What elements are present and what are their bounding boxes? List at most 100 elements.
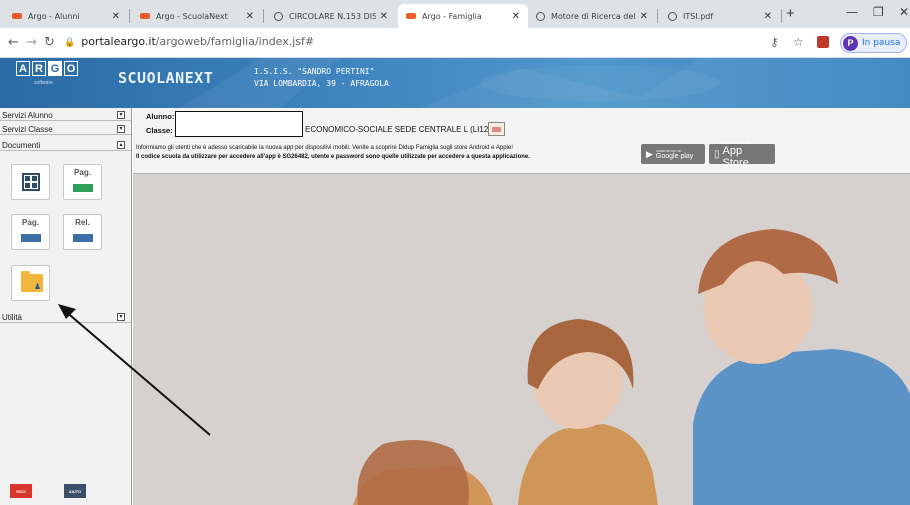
collapse-icon[interactable]: ▴ [117, 141, 125, 149]
classe-label: Classe: [146, 126, 173, 135]
app-notice: Informiamo gli utenti che è adesso scari… [136, 145, 513, 151]
close-window-icon[interactable]: ✕ [899, 5, 909, 19]
key-icon[interactable]: ⚷ [770, 35, 779, 49]
sidebar-section-documenti[interactable]: Documenti ▴ [0, 140, 131, 151]
reload-icon[interactable]: ↻ [44, 35, 55, 50]
tab-title: CIRCOLARE N.153 DISPO [289, 11, 376, 21]
restore-icon[interactable]: ❐ [873, 5, 884, 19]
tab-argo-alunni[interactable]: Argo - Alunni ✕ [4, 4, 128, 28]
tab-title: ITSI.pdf [683, 11, 714, 21]
logo-letter: A [16, 61, 30, 76]
school-name: I.S.I.S. "SANDRO PERTINI" [254, 67, 375, 76]
close-icon[interactable]: ✕ [512, 11, 520, 22]
pagella-icon [21, 234, 41, 242]
sidebar-section-utilita[interactable]: Utilità ▾ [0, 312, 131, 323]
alunno-label: Alunno: [146, 112, 175, 121]
screen: Argo - Alunni ✕ Argo - ScuolaNext ✕ CIRC… [0, 0, 910, 505]
pagella-icon [73, 184, 93, 192]
url-path: /argoweb/famiglia/index.jsf# [155, 35, 315, 48]
document-icon-relazione[interactable]: Rel. [63, 214, 102, 250]
new-tab-icon[interactable]: + [786, 5, 795, 22]
sidebar: Servizi Alunno ▾ Servizi Classe ▾ Docume… [0, 108, 132, 505]
classe-value: ECONOMICO-SOCIALE SEDE CENTRALE L (LI12) [305, 125, 491, 134]
document-icon-pagella-1[interactable]: Pag. [63, 164, 102, 200]
exit-button[interactable]: ESCI [10, 484, 32, 498]
close-icon[interactable]: ✕ [764, 11, 772, 22]
logo-subtitle: software [34, 80, 53, 86]
expand-icon[interactable]: ▾ [117, 111, 125, 119]
globe-icon [274, 11, 283, 21]
redacted-student-name [175, 111, 303, 137]
avatar: P [843, 35, 858, 51]
document-icon-pagella-2[interactable]: Pag. [11, 214, 50, 250]
star-icon[interactable]: ☆ [793, 35, 804, 49]
expand-icon[interactable]: ▾ [117, 125, 125, 133]
doc-label: Pag. [74, 168, 91, 177]
argo-logo[interactable]: A R G O [16, 61, 78, 76]
section-label: Utilità [2, 312, 23, 322]
app-header: A R G O software SCUOLANEXT I.S.I.S. "SA… [0, 58, 910, 108]
sidebar-section-servizi-alunno[interactable]: Servizi Alunno ▾ [0, 110, 131, 121]
extension-icon[interactable] [817, 36, 829, 48]
browser-tabstrip: Argo - Alunni ✕ Argo - ScuolaNext ✕ CIRC… [0, 0, 910, 28]
tab-argo-famiglia[interactable]: Argo - Famiglia ✕ [398, 4, 528, 28]
school-address: VIA LOMBARDIA, 39 - AFRAGOLA [254, 79, 389, 88]
main-panel: Alunno: Classe: ECONOMICO-SOCIALE SEDE C… [133, 108, 910, 505]
logo-letter: O [64, 61, 78, 76]
grid-icon [22, 173, 40, 191]
app-store-button[interactable]: ▯ Available on the App Store [709, 140, 775, 169]
profile-status: In pausa [862, 38, 901, 48]
close-icon[interactable]: ✕ [112, 11, 120, 22]
document-icon-grid[interactable] [11, 164, 50, 200]
close-icon[interactable]: ✕ [640, 11, 648, 22]
section-label: Documenti [2, 140, 41, 150]
document-icon-folder[interactable]: ♟ [11, 265, 50, 301]
tab-divider [781, 9, 782, 23]
profile-button[interactable]: P In pausa [840, 33, 908, 53]
calendar-icon[interactable] [488, 122, 505, 136]
product-name: SCUOLANEXT [118, 69, 214, 87]
lock-icon: 🔒 [64, 38, 76, 48]
section-label: Servizi Classe [2, 124, 53, 134]
globe-icon [536, 11, 545, 21]
logo-letter: R [32, 61, 46, 76]
google-play-button[interactable]: ▶ ANDROID APP ON Google play [641, 144, 705, 164]
back-icon[interactable]: ← [8, 35, 19, 50]
tab-divider [657, 9, 658, 23]
tab-title: Argo - Alunni [28, 11, 80, 21]
section-label: Servizi Alunno [2, 110, 53, 120]
globe-icon [668, 11, 677, 21]
argo-favicon [406, 13, 416, 19]
family-illustration [353, 229, 910, 505]
minimize-icon[interactable]: — [846, 5, 858, 19]
doc-label: Pag. [22, 218, 39, 227]
logo-letter: G [48, 61, 62, 76]
argo-favicon [140, 13, 150, 19]
help-button[interactable]: AIUTO [64, 484, 86, 498]
school-info: I.S.I.S. "SANDRO PERTINI" VIA LOMBARDIA,… [254, 66, 389, 90]
tab-argo-scuolanext[interactable]: Argo - ScuolaNext ✕ [132, 4, 262, 28]
sidebar-section-servizi-classe[interactable]: Servizi Classe ▾ [0, 124, 131, 135]
tab-divider [129, 9, 130, 23]
url-host: portaleargo.it [81, 35, 156, 48]
tab-itsi-pdf[interactable]: ITSI.pdf ✕ [660, 4, 780, 28]
tab-title: Motore di Ricerca delle M [551, 11, 636, 21]
google-play-label: Google play [655, 152, 694, 160]
app-store-label: App Store [722, 144, 749, 169]
help-label: AIUTO [68, 488, 82, 494]
tab-motore-ricerca[interactable]: Motore di Ricerca delle M ✕ [528, 4, 656, 28]
address-bar[interactable]: 🔒 portaleargo.it/argoweb/famiglia/index.j… [64, 35, 314, 48]
tab-title: Argo - ScuolaNext [156, 11, 228, 21]
browser-toolbar: ← → ↻ 🔒 portaleargo.it/argoweb/famiglia/i… [0, 28, 910, 58]
tab-divider [263, 9, 264, 23]
tab-circolare[interactable]: CIRCOLARE N.153 DISPO ✕ [266, 4, 396, 28]
forward-icon[interactable]: → [26, 35, 37, 50]
school-code-notice: Il codice scuola da utilizzare per acced… [136, 154, 530, 160]
play-icon: ▶ [646, 148, 653, 159]
exit-label: ESCI [16, 488, 26, 494]
doc-label: Rel. [75, 218, 90, 227]
close-icon[interactable]: ✕ [246, 11, 254, 22]
close-icon[interactable]: ✕ [380, 11, 388, 22]
phone-icon: ▯ [714, 148, 720, 160]
expand-icon[interactable]: ▾ [117, 313, 125, 321]
